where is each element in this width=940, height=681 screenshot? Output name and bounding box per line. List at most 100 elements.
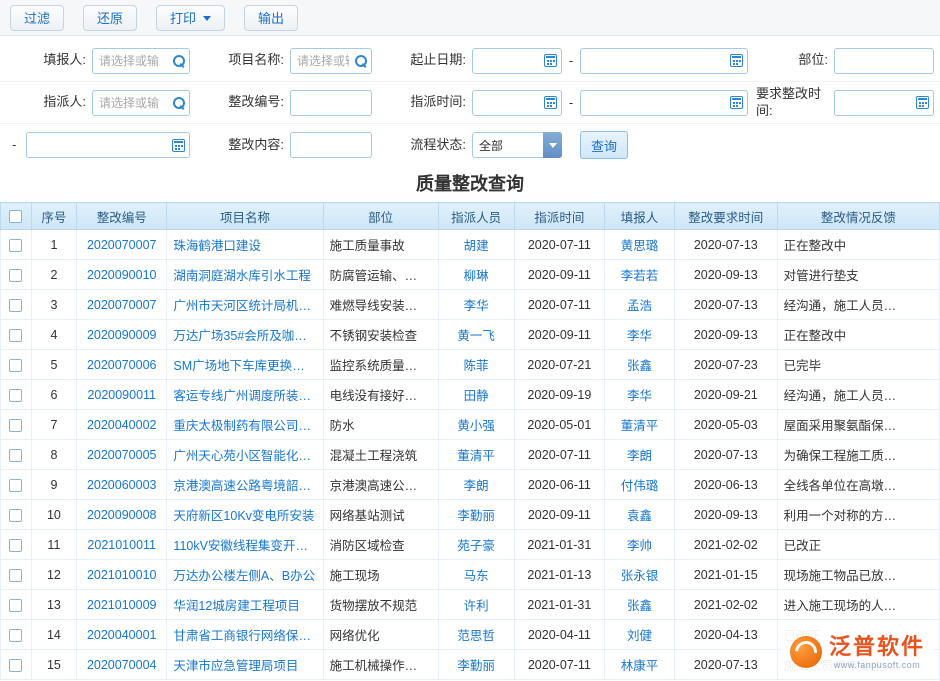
required-time-end-input[interactable]: [26, 132, 190, 158]
row-checkbox[interactable]: [9, 419, 22, 432]
search-icon[interactable]: [172, 54, 185, 67]
calendar-icon[interactable]: [544, 54, 557, 67]
cell-assignee[interactable]: 黄一飞: [438, 320, 514, 350]
cell-rect_no[interactable]: 2021010010: [77, 560, 167, 590]
row-checkbox[interactable]: [9, 359, 22, 372]
cell-rect_no[interactable]: 2020040001: [77, 620, 167, 650]
column-header-required_time[interactable]: 整改要求时间: [674, 203, 777, 230]
cell-assignee[interactable]: 田静: [438, 380, 514, 410]
cell-assignee[interactable]: 柳琳: [438, 260, 514, 290]
calendar-icon[interactable]: [916, 96, 929, 109]
cell-project[interactable]: 天府新区10Kv变电所安装: [167, 500, 323, 530]
cell-project[interactable]: 广州市天河区统计局机房…: [167, 290, 323, 320]
cell-filler[interactable]: 孟浩: [605, 290, 675, 320]
cell-filler[interactable]: 刘健: [605, 620, 675, 650]
cell-project[interactable]: 重庆太极制药有限公司宅…: [167, 410, 323, 440]
chevron-down-icon[interactable]: [543, 132, 562, 158]
cell-project[interactable]: 湖南洞庭湖水库引水工程: [167, 260, 323, 290]
cell-rect_no[interactable]: 2020070005: [77, 440, 167, 470]
cell-project[interactable]: 客运专线广州调度所装修工程: [167, 380, 323, 410]
cell-project[interactable]: 万达广场35#会所及咖啡厅: [167, 320, 323, 350]
column-header-project[interactable]: 项目名称: [167, 203, 323, 230]
row-checkbox[interactable]: [9, 539, 22, 552]
row-checkbox[interactable]: [9, 659, 22, 672]
cell-filler[interactable]: 李帅: [605, 530, 675, 560]
output-button[interactable]: 输出: [244, 5, 298, 31]
cell-assignee[interactable]: 胡建: [438, 230, 514, 260]
cell-assignee[interactable]: 范思哲: [438, 620, 514, 650]
column-header-assign_time[interactable]: 指派时间: [514, 203, 604, 230]
row-checkbox[interactable]: [9, 509, 22, 522]
cell-rect_no[interactable]: 2020040002: [77, 410, 167, 440]
cell-rect_no[interactable]: 2020070007: [77, 290, 167, 320]
row-checkbox[interactable]: [9, 269, 22, 282]
cell-rect_no[interactable]: 2020090011: [77, 380, 167, 410]
status-select[interactable]: 全部: [472, 132, 562, 158]
cell-project[interactable]: 京港澳高速公路粤境韶关段: [167, 470, 323, 500]
calendar-icon[interactable]: [172, 139, 185, 152]
cell-filler[interactable]: 李若若: [605, 260, 675, 290]
cell-rect_no[interactable]: 2021010011: [77, 530, 167, 560]
cell-project[interactable]: 天津市应急管理局项目: [167, 650, 323, 680]
cell-assignee[interactable]: 马东: [438, 560, 514, 590]
date-range-end-input[interactable]: [580, 48, 748, 74]
row-checkbox[interactable]: [9, 449, 22, 462]
cell-filler[interactable]: 袁鑫: [605, 500, 675, 530]
cell-rect_no[interactable]: 2020060003: [77, 470, 167, 500]
cell-rect_no[interactable]: 2021010009: [77, 590, 167, 620]
cell-project[interactable]: 广州天心苑小区智能化系统: [167, 440, 323, 470]
cell-assignee[interactable]: 许利: [438, 590, 514, 620]
row-checkbox[interactable]: [9, 329, 22, 342]
row-checkbox[interactable]: [9, 239, 22, 252]
column-header-rect_no[interactable]: 整改编号: [77, 203, 167, 230]
row-checkbox[interactable]: [9, 629, 22, 642]
cell-assignee[interactable]: 李勤丽: [438, 500, 514, 530]
cell-project[interactable]: 甘肃省工商银行网络保养工程: [167, 620, 323, 650]
cell-filler[interactable]: 董清平: [605, 410, 675, 440]
row-checkbox[interactable]: [9, 569, 22, 582]
search-icon[interactable]: [354, 54, 367, 67]
cell-rect_no[interactable]: 2020090010: [77, 260, 167, 290]
cell-rect_no[interactable]: 2020070006: [77, 350, 167, 380]
cell-assignee[interactable]: 苑子豪: [438, 530, 514, 560]
search-icon[interactable]: [172, 96, 185, 109]
column-header-location[interactable]: 部位: [323, 203, 438, 230]
column-header-assignee[interactable]: 指派人员: [438, 203, 514, 230]
cell-project[interactable]: 万达办公楼左侧A、B办公: [167, 560, 323, 590]
column-header-feedback[interactable]: 整改情况反馈: [777, 203, 939, 230]
calendar-icon[interactable]: [544, 96, 557, 109]
cell-rect_no[interactable]: 2020070004: [77, 650, 167, 680]
cell-rect_no[interactable]: 2020090009: [77, 320, 167, 350]
cell-filler[interactable]: 林康平: [605, 650, 675, 680]
cell-filler[interactable]: 李华: [605, 320, 675, 350]
calendar-icon[interactable]: [730, 96, 743, 109]
cell-assignee[interactable]: 董清平: [438, 440, 514, 470]
cell-assignee[interactable]: 李勤丽: [438, 650, 514, 680]
filter-button[interactable]: 过滤: [10, 5, 64, 31]
row-checkbox[interactable]: [9, 479, 22, 492]
print-button[interactable]: 打印: [156, 5, 225, 31]
cell-rect_no[interactable]: 2020070007: [77, 230, 167, 260]
calendar-icon[interactable]: [730, 54, 743, 67]
column-header-filler[interactable]: 填报人: [605, 203, 675, 230]
cell-assignee[interactable]: 李华: [438, 290, 514, 320]
cell-assignee[interactable]: 李朗: [438, 470, 514, 500]
cell-filler[interactable]: 张鑫: [605, 590, 675, 620]
cell-assignee[interactable]: 黄小强: [438, 410, 514, 440]
content-input[interactable]: [290, 132, 372, 158]
cell-project[interactable]: 珠海鹤港口建设: [167, 230, 323, 260]
select-all-checkbox[interactable]: [9, 210, 22, 223]
cell-assignee[interactable]: 陈菲: [438, 350, 514, 380]
assign-time-end-input[interactable]: [580, 90, 748, 116]
cell-filler[interactable]: 李朗: [605, 440, 675, 470]
cell-project[interactable]: 华润12城房建工程项目: [167, 590, 323, 620]
rectification-no-input[interactable]: [290, 90, 372, 116]
cell-filler[interactable]: 张鑫: [605, 350, 675, 380]
row-checkbox[interactable]: [9, 599, 22, 612]
row-checkbox[interactable]: [9, 299, 22, 312]
cell-filler[interactable]: 付伟璐: [605, 470, 675, 500]
location-input[interactable]: [834, 48, 934, 74]
cell-project[interactable]: SM广场地下车库更换摄像头: [167, 350, 323, 380]
cell-filler[interactable]: 张永银: [605, 560, 675, 590]
cell-filler[interactable]: 李华: [605, 380, 675, 410]
